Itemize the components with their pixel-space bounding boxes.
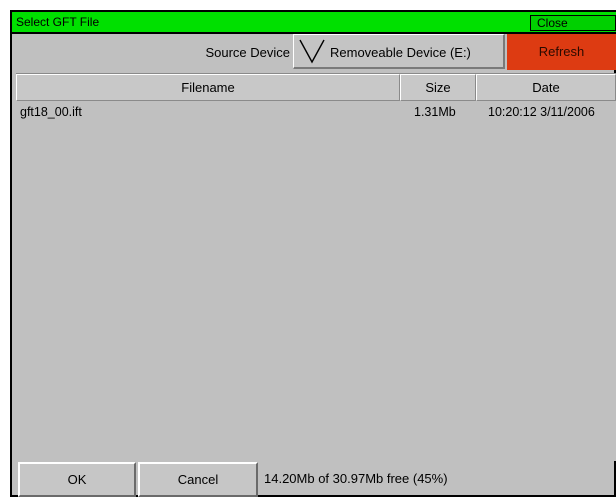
column-header-date[interactable]: Date [476,74,616,101]
file-list[interactable]: Filename Size Date gft18_00.ift 1.31Mb 1… [16,73,616,461]
column-header-filename[interactable]: Filename [16,74,400,101]
file-row[interactable]: gft18_00.ift 1.31Mb 10:20:12 3/11/2006 [16,103,616,123]
source-device-dropdown[interactable]: Removeable Device (E:) [293,34,505,69]
close-button[interactable]: Close [530,15,616,31]
select-gft-file-window: Select GFT File Close Source Device Remo… [10,10,616,497]
title-bar: Select GFT File Close [12,12,616,34]
chevron-down-icon [299,39,325,64]
refresh-button[interactable]: Refresh [507,34,616,70]
column-header-size[interactable]: Size [400,74,476,101]
window-title: Select GFT File [16,15,100,29]
file-name: gft18_00.ift [20,105,82,119]
free-space-status: 14.20Mb of 30.97Mb free (45%) [264,471,448,486]
source-device-label: Source Device [205,45,290,60]
cancel-button[interactable]: Cancel [138,462,258,497]
file-size: 1.31Mb [414,105,456,119]
ok-button[interactable]: OK [18,462,136,497]
source-device-value: Removeable Device (E:) [330,45,471,60]
file-date: 10:20:12 3/11/2006 [488,105,595,119]
